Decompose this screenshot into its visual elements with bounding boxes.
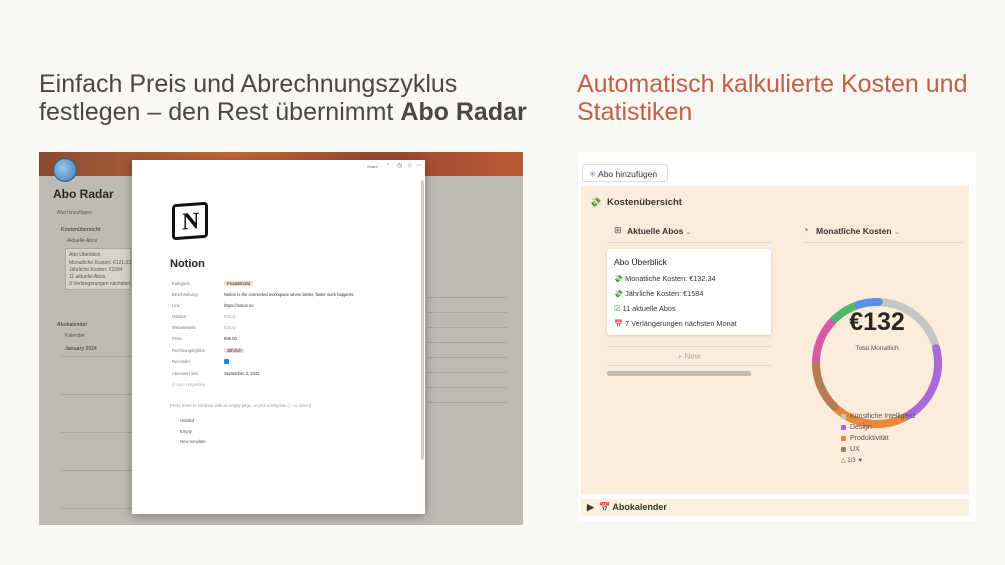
notion-logo-icon: N [172,201,208,241]
chevron-down-icon: ⌄ [893,229,900,236]
bg-card: Abo Überblick Monatliche Kosten: €121.33… [65,248,145,290]
calendar-icon: 📅 [614,319,624,328]
bg-kalender-tab[interactable]: Kalender [65,333,85,339]
prop-value[interactable]: Empty [224,314,236,319]
prop-value[interactable]: €96.00 [224,336,237,341]
bg-abokalender: Abokalender [57,322,88,328]
tab-aktuelle-abos[interactable]: Aktuelle Abos ⌄ [627,226,692,236]
prop-label: Websiteseite [172,325,196,330]
clock-icon[interactable]: ◷ [397,162,402,169]
prop-label: Link [172,303,180,308]
card-row: ☑ 11 aktuelle Abos [614,304,676,313]
share-button[interactable]: Share [367,164,378,169]
template-new[interactable]: New template [180,439,206,444]
prop-label: Rechnungszyklus [172,348,205,353]
donut-slice[interactable] [900,344,942,422]
check-icon: ☑ [614,304,621,313]
right-screenshot: ✳ Abo hinzufügen 💸 Kostenübersicht ⊞ Akt… [578,152,976,521]
card-row: 💸 Jährliche Kosten: €1584 [614,289,704,298]
press-enter-hint: Press Enter to continue with an empty pa… [170,403,312,408]
template-empty[interactable]: Empty [180,429,192,434]
donut-slice[interactable] [854,298,883,309]
modal-scrollbar[interactable] [421,180,424,460]
comment-icon[interactable]: ▫ [387,162,389,168]
reminder-checkbox[interactable] [224,359,229,365]
prop-value[interactable]: Jährlich [224,348,245,353]
page-title[interactable]: Notion [170,258,205,270]
gallery-icon: ⊞ [614,225,622,235]
prop-label: Preis [172,336,182,341]
card-title: Abo Überblick [614,257,667,267]
headline-left: Einfach Preis und Abrechnungszyklus fest… [39,70,527,126]
left-screenshot: Abo Radar Abo hinzufügen Kostenübersicht… [39,152,523,525]
globe-icon [53,158,77,182]
bg-tab[interactable]: Aktuelle Abos [67,238,97,244]
triangle-right-icon: ▶ [587,502,594,512]
prop-label: Kategorie [172,281,190,286]
prop-value[interactable]: Notion is the connected workspace where … [224,292,354,297]
modal-toolbar: Share ▫ ◷ ☆ ⋯ [132,160,425,172]
add-abo-button[interactable]: ✳ Abo hinzufügen [582,164,668,182]
legend-item[interactable]: Künstliche Intelligenz [841,413,916,420]
prop-label: Abonniert seit [172,371,198,376]
prop-label: Beschreibung [172,292,198,297]
tab-monatliche-kosten[interactable]: Monatliche Kosten ⌄ [816,226,900,236]
sparkle-icon: ✳ [589,169,597,179]
card-row: 💸 Monatliche Kosten: €132.34 [614,274,716,283]
chart-icon: ◔ [803,225,809,235]
notion-page-modal: Share ▫ ◷ ☆ ⋯ N Notion Kategorie Produkt… [132,160,425,514]
template-untitled[interactable]: Untitled [180,418,194,423]
abokalender-toggle[interactable]: ▶ 📅 Abokalender [581,499,969,516]
kostenuebersicht-title: Kostenübersicht [607,197,682,208]
bg-card-row: 11 aktuelle Abos [69,274,106,280]
bg-card-row: Jährliche Kosten: €1584 [69,267,123,273]
legend-pager[interactable]: △ 1/3 ▼ [841,457,863,464]
star-icon[interactable]: ☆ [407,162,412,169]
prop-value[interactable]: Produktivität [224,281,254,286]
legend-item[interactable]: Produktivität [841,435,889,442]
prop-label: Notizen [172,314,187,319]
more-properties[interactable]: 4 more properties [172,382,205,387]
headline-right: Automatisch kalkulierte Kosten und Stati… [577,70,968,126]
abo-ueberblick-card[interactable]: Abo Überblick 💸 Monatliche Kosten: €132.… [607,249,771,335]
donut-center-label: Total Monatlich [855,345,899,352]
card-row: 📅 7 Verlängerungen nächsten Monat [614,319,737,328]
legend-item[interactable]: Design [841,424,872,431]
new-button[interactable]: + New [607,346,771,366]
bg-add-button[interactable]: Abo hinzufügen [57,210,92,216]
bg-card-row: Monatliche Kosten: €121.33 [69,260,131,266]
more-icon[interactable]: ⋯ [416,162,422,169]
horizontal-scrollbar[interactable] [607,371,751,376]
kosten-panel: 💸 Kostenübersicht ⊞ Aktuelle Abos ⌄ ◔ Mo… [581,186,969,494]
donut-slice[interactable] [812,357,839,412]
bg-card-title: Abo Überblick [69,252,101,258]
prop-value[interactable]: Empty [224,325,236,330]
chevron-down-icon: ⌄ [685,229,692,236]
prop-value[interactable]: https://notion.so [224,303,254,308]
prop-label: Reminder [172,359,191,364]
calendar-icon: 📅 [598,502,611,512]
bg-month: January 2024 [65,346,97,352]
bg-page-title: Abo Radar [53,187,114,201]
donut-center-value: €132 [849,308,905,336]
legend-item[interactable]: UX [841,446,860,453]
money-icon: 💸 [590,197,602,207]
prop-value[interactable]: September 3, 2022 [224,371,260,376]
bg-kostenuebersicht: Kostenübersicht [61,227,101,233]
